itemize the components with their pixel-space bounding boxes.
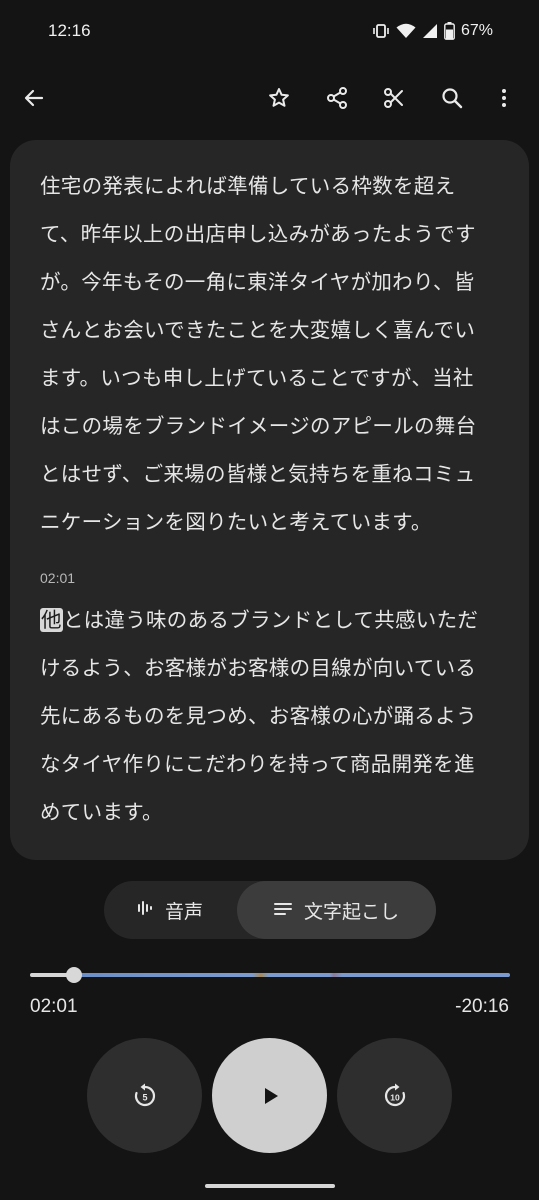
status-time: 12:16	[48, 21, 91, 40]
forward-button[interactable]: 10	[337, 1038, 452, 1153]
signal-icon	[422, 23, 438, 39]
transcript-paragraph[interactable]: 住宅の発表によれば準備している枠数を超え て、昨年以上の出店申し込みがあったよう…	[40, 162, 501, 546]
playback-seekbar[interactable]	[30, 964, 510, 986]
text-lines-icon	[273, 899, 292, 921]
status-icons: 67%	[372, 22, 493, 40]
audio-tab-label: 音声	[164, 900, 203, 923]
rewind-button[interactable]: 5	[87, 1038, 202, 1153]
home-indicator[interactable]	[205, 1184, 335, 1188]
seekbar-remaining-track	[80, 973, 510, 977]
forward-10-icon: 10	[381, 1082, 409, 1110]
battery-icon	[444, 22, 455, 40]
waveform-icon	[137, 899, 153, 922]
transcript-tab-label: 文字起こし	[303, 900, 399, 923]
battery-percent: 67%	[460, 22, 493, 39]
more-options-button[interactable]	[482, 76, 526, 120]
top-toolbar	[0, 70, 539, 128]
trim-button[interactable]	[372, 76, 416, 120]
vibrate-icon	[372, 23, 390, 39]
play-icon	[259, 1085, 281, 1107]
share-icon	[325, 86, 349, 110]
search-button[interactable]	[430, 76, 474, 120]
view-mode-toggle: 音声 文字起こし	[104, 881, 436, 939]
transcript-paragraph[interactable]: 他とは違う味のあるブランドとして共感いただ けるよう、お客様がお客様の目線が向い…	[40, 596, 501, 836]
transcript-paragraph-text: とは違う味のあるブランドとして共感いただ けるよう、お客様がお客様の目線が向いて…	[40, 608, 479, 824]
audio-tab[interactable]: 音声	[104, 881, 236, 939]
back-arrow-icon	[22, 86, 46, 110]
transcript-tab[interactable]: 文字起こし	[237, 881, 436, 939]
play-button[interactable]	[212, 1038, 327, 1153]
transcript-card: 住宅の発表によれば準備している枠数を超え て、昨年以上の出店申し込みがあったよう…	[10, 140, 529, 860]
seekbar-thumb[interactable]	[66, 967, 82, 983]
forward-seconds: 10	[390, 1092, 400, 1102]
favorite-button[interactable]	[257, 76, 301, 120]
remaining-time: -20:16	[455, 996, 509, 1017]
current-word-highlight[interactable]: 他	[40, 608, 63, 632]
share-button[interactable]	[315, 76, 359, 120]
status-bar: 12:16 67%	[0, 0, 539, 62]
wifi-icon	[396, 23, 416, 39]
elapsed-time: 02:01	[30, 996, 78, 1017]
star-icon	[267, 86, 291, 110]
replay-5-icon: 5	[131, 1082, 159, 1110]
back-button[interactable]	[12, 76, 56, 120]
paragraph-timestamp[interactable]: 02:01	[40, 566, 501, 590]
search-icon	[440, 86, 464, 110]
rewind-seconds: 5	[142, 1092, 147, 1102]
more-vert-icon	[492, 86, 516, 110]
scissors-icon	[382, 86, 406, 110]
